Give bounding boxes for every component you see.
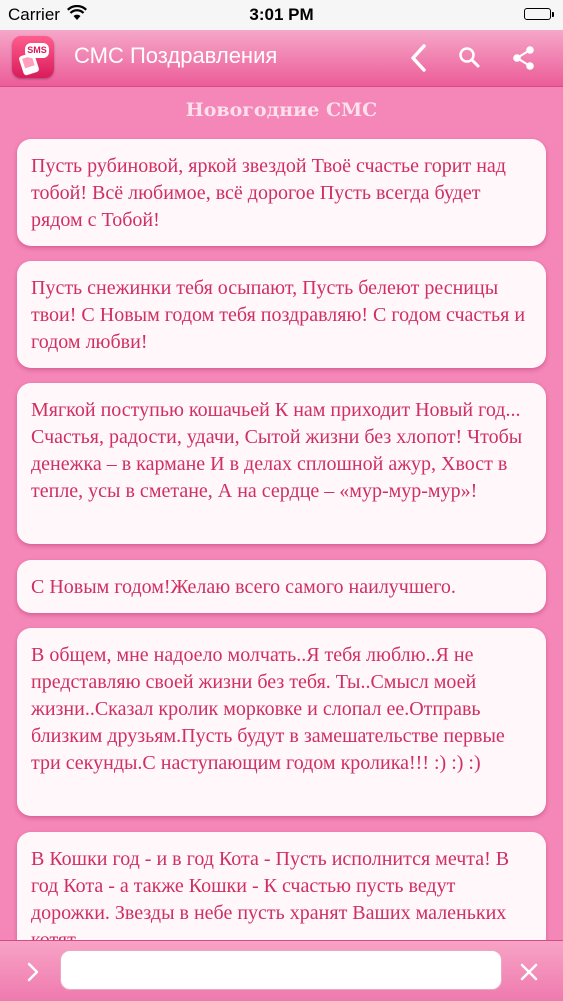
messages-list[interactable]: Новогодние СМС Пусть рубиновой, яркой зв… (0, 87, 563, 940)
battery-icon (524, 8, 554, 20)
clock: 3:01 PM (249, 5, 314, 24)
back-icon (402, 40, 438, 76)
message-card[interactable]: Пусть снежинки тебя осыпают, Пусть белею… (17, 261, 546, 368)
app-logo-icon: SMS (12, 36, 54, 78)
message-card[interactable]: Мягкой поступью кошачьей К нам приходит … (17, 383, 546, 544)
navigation-bar: SMS СМС Поздравления (0, 30, 563, 87)
chevron-right-icon[interactable] (18, 959, 48, 985)
search-button[interactable] (452, 40, 488, 76)
app-logo-text: SMS (25, 43, 49, 58)
share-icon (506, 40, 542, 76)
message-card[interactable]: В Кошки год - и в год Кота - Пусть испол… (17, 832, 546, 940)
app-title: СМС Поздравления (74, 43, 278, 68)
message-input[interactable] (60, 950, 502, 990)
message-card[interactable]: Пусть рубиновой, яркой звездой Твоё счас… (17, 139, 546, 246)
search-icon (452, 40, 488, 76)
message-card[interactable]: В общем, мне надоело молчать..Я тебя люб… (17, 628, 546, 816)
close-icon[interactable] (514, 957, 544, 987)
status-bar: Carrier 3:01 PM (0, 0, 563, 30)
back-button[interactable] (402, 40, 438, 76)
category-title: Новогодние СМС (185, 99, 378, 121)
bottom-bar (0, 940, 563, 1001)
message-card[interactable]: С Новым годом!Желаю всего самого наилучш… (17, 560, 546, 613)
share-button[interactable] (506, 40, 542, 76)
